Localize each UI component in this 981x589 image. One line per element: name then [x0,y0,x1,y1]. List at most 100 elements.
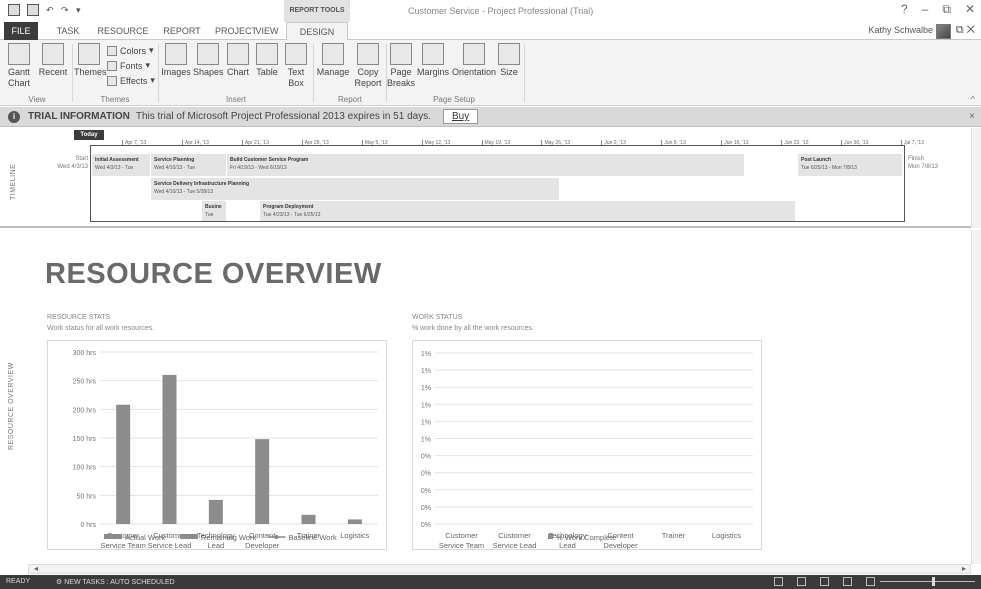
timeline-start-date: Wed 4/3/13 [57,164,88,170]
x-tick-label-line: Trainer [662,531,686,540]
title-bar: ↶ ↷ ▾ REPORT TOOLS Customer Service - Pr… [0,0,981,22]
table-button[interactable]: Table [253,43,281,78]
timeline-task[interactable]: Service Delivery Infrastructure Planning… [151,178,559,200]
work-status-chart[interactable]: 0% 0% 0% 0% 0% 1% 1% 1% 1% 1% 1% Customer Service Te… [412,340,762,550]
save-icon[interactable] [27,4,39,16]
gantt-chart-label: Gantt Chart [7,67,30,88]
ribbon-separator [313,44,314,102]
timeline-scrollbar[interactable] [971,128,981,228]
legend-label: Baseline Work [289,533,337,542]
effects-label: Effects [120,75,148,86]
recent-button[interactable]: Recent [38,43,68,78]
report-tools-label: REPORT TOOLS [284,0,350,22]
timeline-pane[interactable]: TIMELINE Today Apr 7, '13 Apr 14, '13 Apr … [0,128,981,228]
bar [255,439,270,524]
orientation-button[interactable]: Orientation [451,43,497,78]
close-icon[interactable]: ✕ [965,2,975,17]
timeline-task-name: Program Deployment [263,204,314,210]
resource-stats-title: RESOURCE STATS [47,314,111,321]
scroll-left-icon[interactable]: ◂ [34,564,38,573]
x-tick-label-line: Logistics [340,531,369,540]
avatar[interactable] [936,24,951,39]
table-icon [256,43,278,65]
legend-label: % Work Complete [556,533,616,542]
tab-file[interactable]: FILE [4,22,38,40]
buy-button[interactable]: Buy [442,109,479,124]
close-icon[interactable]: × [969,111,975,122]
minimize-icon[interactable]: – [922,2,929,17]
collapse-ribbon-icon[interactable]: ^ [971,94,975,104]
y-tick-label: 100 hrs [73,465,97,472]
gantt-chart-button[interactable]: Gantt Chart [4,43,34,89]
chart-button[interactable]: Chart [224,43,252,78]
recent-icon [42,43,64,65]
fonts-button[interactable]: Fonts ▾ [107,60,150,71]
zoom-slider-handle[interactable] [932,577,935,586]
ribbon-separator [72,44,73,102]
manage-button[interactable]: Manage [315,43,351,78]
resource-view-icon[interactable] [843,577,852,586]
undo-icon[interactable]: ↶ [46,6,54,15]
effects-button[interactable]: Effects ▾ [107,75,155,86]
resource-stats-chart[interactable]: 0 hrs 50 hrs 100 hrs 150 hrs 200 hrs 250 hrs 3… [47,340,387,550]
restore-icon[interactable]: ⧉ [942,2,951,17]
zoom-slider[interactable] [880,581,975,582]
x-tick-label: Customer Service Team [439,531,484,550]
ribbon-tabs: FILE TASK RESOURCE REPORT PROJECT VIEW D… [0,22,981,41]
size-button[interactable]: Size [498,43,520,78]
report-view-icon[interactable] [866,577,875,586]
copy-report-button[interactable]: Copy Report [352,43,384,89]
margins-label: Margins [416,67,449,77]
x-tick-label: Customer Service Lead [493,531,537,550]
report-side-label: RESOURCE OVERVIEW [8,362,15,450]
horizontal-scrollbar[interactable] [28,564,971,574]
tab-view[interactable]: VIEW [250,22,284,40]
recent-label: Recent [38,67,68,77]
timeline-task[interactable]: Post Launch Tue 6/25/13 - Mon 7/8/13 [798,154,902,176]
customize-qat-icon[interactable]: ▾ [76,6,84,15]
help-icon[interactable]: ? [901,2,908,17]
page-breaks-icon [390,43,412,65]
timeline-finish-date: Mon 7/8/13 [908,164,939,170]
task-view-icon[interactable] [774,577,783,586]
bar [162,374,177,524]
x-tick-label: Trainer [662,531,686,540]
x-tick-label-line: Customer [445,531,478,540]
page-breaks-button[interactable]: Page Breaks [387,43,415,89]
text-box-button[interactable]: Text Box [283,43,309,89]
ribbon: Gantt Chart Recent View Themes Colors ▾ F… [0,40,981,106]
themes-button[interactable]: Themes [74,43,107,78]
tab-report[interactable]: REPORT [158,22,206,40]
timeline-task[interactable]: Busine Tue [202,201,226,221]
timeline-task[interactable]: Build Customer Service Program Fri 4/19/… [227,154,744,176]
size-icon [498,43,520,65]
x-tick-label-line: Logistics [712,531,741,540]
timeline-task[interactable]: Initial Assessment Wed 4/3/13 - Tue [92,154,150,176]
timeline-task[interactable]: Service Planning Wed 4/10/13 - Tue [151,154,226,176]
redo-icon[interactable]: ↷ [61,6,69,15]
info-icon: i [8,110,20,123]
colors-button[interactable]: Colors ▾ [107,45,154,56]
page-breaks-label: Page Breaks [387,67,416,88]
images-label: Images [161,67,191,77]
user-name[interactable]: Kathy Schwalbe [868,25,933,35]
y-tick-label: 0% [421,471,431,478]
report-canvas[interactable]: RESOURCE OVERVIEW RESOURCE STATS Work st… [0,230,981,564]
report-scrollbar[interactable] [971,230,981,564]
tab-task[interactable]: TASK [50,22,86,40]
timeline-task-name: Initial Assessment [95,157,139,163]
usage-view-icon[interactable] [820,577,829,586]
timeline-task[interactable]: Program Deployment Tue 4/23/13 - Tue 6/2… [260,201,795,221]
tab-design[interactable]: DESIGN [286,22,348,41]
y-tick-label: 200 hrs [73,407,97,414]
scroll-right-icon[interactable]: ▸ [962,564,966,573]
tab-resource[interactable]: RESOURCE [94,22,152,40]
trial-message: This trial of Microsoft Project Professi… [135,111,431,122]
images-button[interactable]: Images [160,43,192,78]
margins-button[interactable]: Margins [416,43,450,78]
new-tasks-mode[interactable]: ⚙ NEW TASKS : AUTO SCHEDULED [56,578,175,586]
gantt-view-icon[interactable] [797,577,806,586]
y-tick-label: 0% [421,522,431,529]
shapes-button[interactable]: Shapes [193,43,224,78]
ribbon-display-icon[interactable]: ⧉ ✕ [956,24,975,37]
